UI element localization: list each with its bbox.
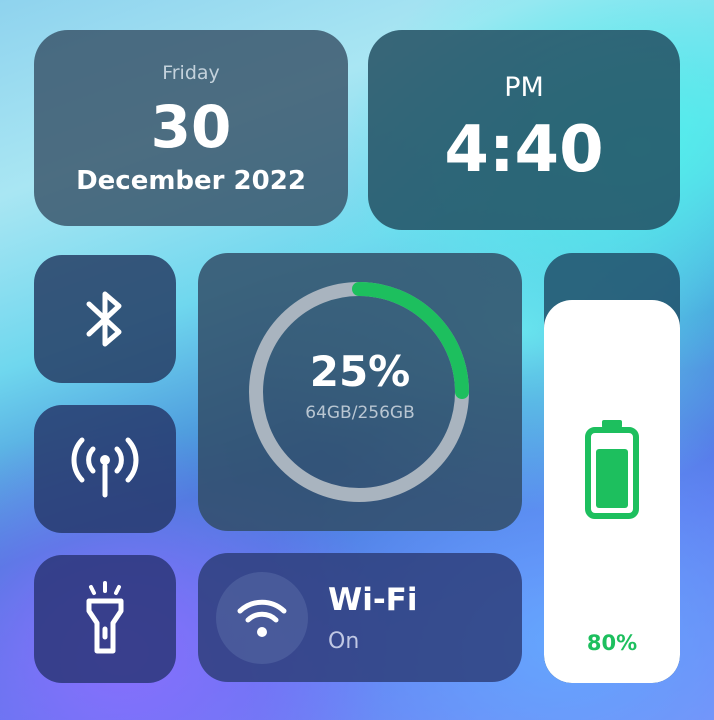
battery-widget[interactable]: 80% — [544, 253, 680, 683]
flashlight-icon — [86, 581, 124, 654]
wifi-icon-button[interactable] — [216, 572, 308, 664]
cellular-toggle[interactable] — [34, 405, 176, 533]
wifi-icon — [237, 599, 287, 637]
wifi-toggle[interactable]: Wi-Fi On — [198, 553, 522, 682]
date-widget[interactable]: Friday 30 December 2022 — [34, 30, 348, 226]
flashlight-toggle[interactable] — [34, 555, 176, 683]
battery-percent: 80% — [586, 631, 638, 655]
storage-capacity: 64GB/256GB — [305, 403, 415, 423]
cellular-signal-icon — [71, 437, 139, 498]
month-year-label: December 2022 — [76, 166, 306, 196]
storage-widget[interactable]: 25% 64GB/256GB — [198, 253, 522, 531]
battery-icon — [585, 420, 639, 519]
wifi-status: On — [328, 629, 360, 654]
bluetooth-toggle[interactable] — [34, 255, 176, 383]
weekday-label: Friday — [162, 62, 220, 84]
time-label: 4:40 — [444, 113, 604, 187]
storage-percent: 25% — [309, 347, 411, 396]
bluetooth-icon — [86, 291, 122, 347]
clock-widget[interactable]: PM 4:40 — [368, 30, 680, 230]
wifi-label: Wi-Fi — [328, 582, 418, 618]
day-number: 30 — [150, 93, 232, 161]
ampm-label: PM — [504, 72, 544, 103]
